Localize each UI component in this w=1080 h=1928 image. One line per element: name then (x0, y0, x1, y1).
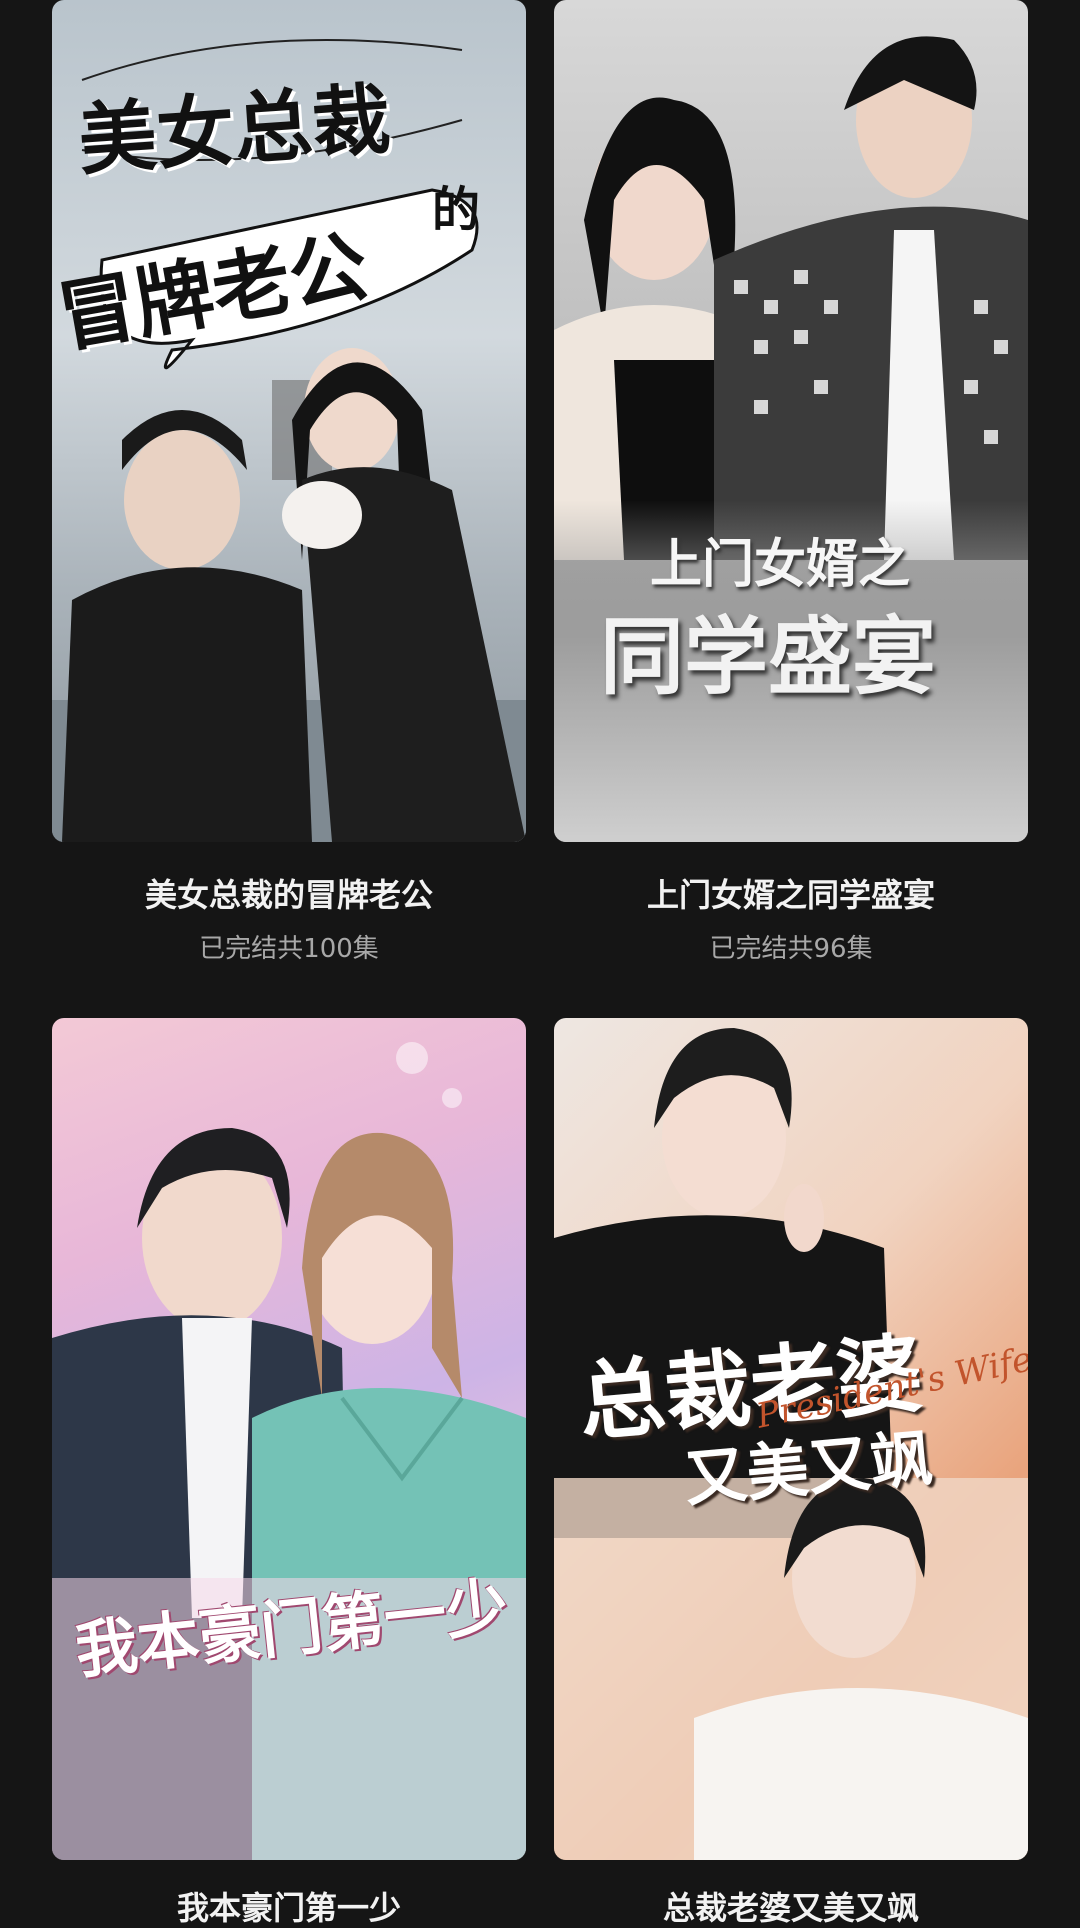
poster-title-line2-2: 同学盛宴 (600, 608, 937, 706)
drama-status-1: 已完结共100集 (199, 934, 379, 964)
poster-title-de-1: 的 (432, 182, 481, 238)
poster-title-line1-2: 上门女婿之 (650, 535, 911, 595)
drama-title-3[interactable]: 我本豪门第一少 (52, 1888, 526, 1928)
drama-title-4[interactable]: 总裁老婆又美又飒 (554, 1888, 1028, 1928)
drama-card-1[interactable]: 美女总裁 的 冒牌老公 美女总裁的冒牌老公 已完结共100集 (52, 0, 526, 964)
drama-grid: 美女总裁 的 冒牌老公 美女总裁的冒牌老公 已完结共100集 上门女婿之 同学盛… (0, 0, 1080, 1927)
drama-card-2[interactable]: 上门女婿之 同学盛宴 上门女婿之同学盛宴 已完结共96集 (554, 0, 1028, 964)
drama-title-2[interactable]: 上门女婿之同学盛宴 (554, 875, 1028, 915)
drama-poster-1[interactable]: 美女总裁 的 冒牌老公 (52, 0, 526, 842)
drama-poster-4[interactable]: 总裁老婆 又美又飒 President's Wife (554, 1018, 1028, 1860)
poster-artwork-3 (52, 1042, 526, 1860)
drama-poster-3[interactable]: 我本豪门第一少 (52, 1018, 526, 1860)
drama-title-1[interactable]: 美女总裁的冒牌老公 (52, 875, 526, 915)
drama-poster-2[interactable]: 上门女婿之 同学盛宴 (554, 0, 1028, 842)
poster-title-line1-1: 美女总裁 (75, 75, 394, 187)
poster-artwork-2 (554, 36, 1028, 842)
drama-status-2: 已完结共96集 (709, 934, 873, 964)
drama-card-3[interactable]: 我本豪门第一少 我本豪门第一少 (52, 1018, 526, 1927)
drama-card-4[interactable]: 总裁老婆 又美又飒 President's Wife 总裁老婆又美又飒 (554, 1018, 1028, 1927)
